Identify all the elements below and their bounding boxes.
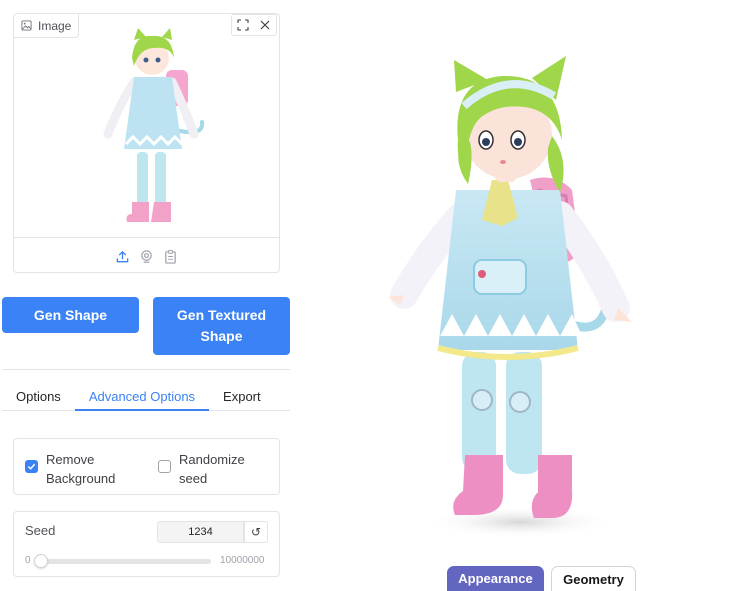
tab-options[interactable]: Options	[2, 383, 75, 410]
image-tools	[231, 14, 277, 36]
webcam-button[interactable]	[139, 248, 155, 264]
image-source-bar	[14, 237, 279, 272]
seed-panel: Seed 1234 ↺ 0 10000000	[13, 511, 280, 577]
webcam-icon	[141, 249, 152, 263]
options-tabs: Options Advanced Options Export	[2, 383, 290, 411]
upload-button[interactable]	[115, 248, 131, 264]
gen-shape-button[interactable]: Gen Shape	[2, 297, 139, 333]
upload-icon	[116, 250, 129, 262]
clipboard-icon	[165, 249, 176, 264]
checkbox-unchecked-icon[interactable]	[158, 460, 171, 473]
randomize-seed-checkbox[interactable]: Randomize seed	[158, 450, 259, 488]
fullscreen-button[interactable]	[232, 15, 254, 35]
tab-export[interactable]: Export	[209, 383, 275, 410]
image-label: Image	[14, 14, 80, 38]
seed-max-label: 10000000	[220, 555, 265, 566]
close-icon	[260, 20, 270, 30]
tab-advanced-options[interactable]: Advanced Options	[74, 383, 210, 411]
remove-background-checkbox[interactable]: Remove Background	[25, 450, 126, 488]
image-label-text: Image	[38, 18, 72, 33]
gen-textured-shape-button[interactable]: Gen Textured Shape	[153, 297, 290, 355]
remove-background-label: Remove Background	[46, 452, 116, 486]
seed-label: Seed	[25, 523, 56, 538]
clipboard-button[interactable]	[163, 248, 179, 264]
randomize-seed-label: Randomize seed	[179, 452, 245, 486]
section-divider	[2, 369, 290, 370]
seed-input[interactable]: 1234	[157, 521, 244, 543]
seed-reset-button[interactable]: ↺	[244, 521, 268, 543]
image-input-panel[interactable]: Image	[13, 13, 280, 273]
geometry-toggle[interactable]: Geometry	[551, 566, 636, 591]
model-3d-viewer[interactable]	[370, 40, 670, 560]
input-image-preview	[103, 28, 205, 222]
fullscreen-icon	[237, 19, 249, 31]
appearance-toggle[interactable]: Appearance	[447, 566, 544, 591]
seed-min-label: 0	[25, 555, 31, 566]
clear-image-button[interactable]	[254, 15, 276, 35]
image-icon	[21, 20, 32, 31]
checkbox-checked-icon[interactable]	[25, 460, 38, 473]
reset-icon: ↺	[250, 525, 262, 539]
seed-slider-thumb[interactable]	[34, 554, 49, 568]
checkbox-group: Remove Background Randomize seed	[13, 438, 280, 495]
seed-slider-track[interactable]	[34, 554, 211, 568]
